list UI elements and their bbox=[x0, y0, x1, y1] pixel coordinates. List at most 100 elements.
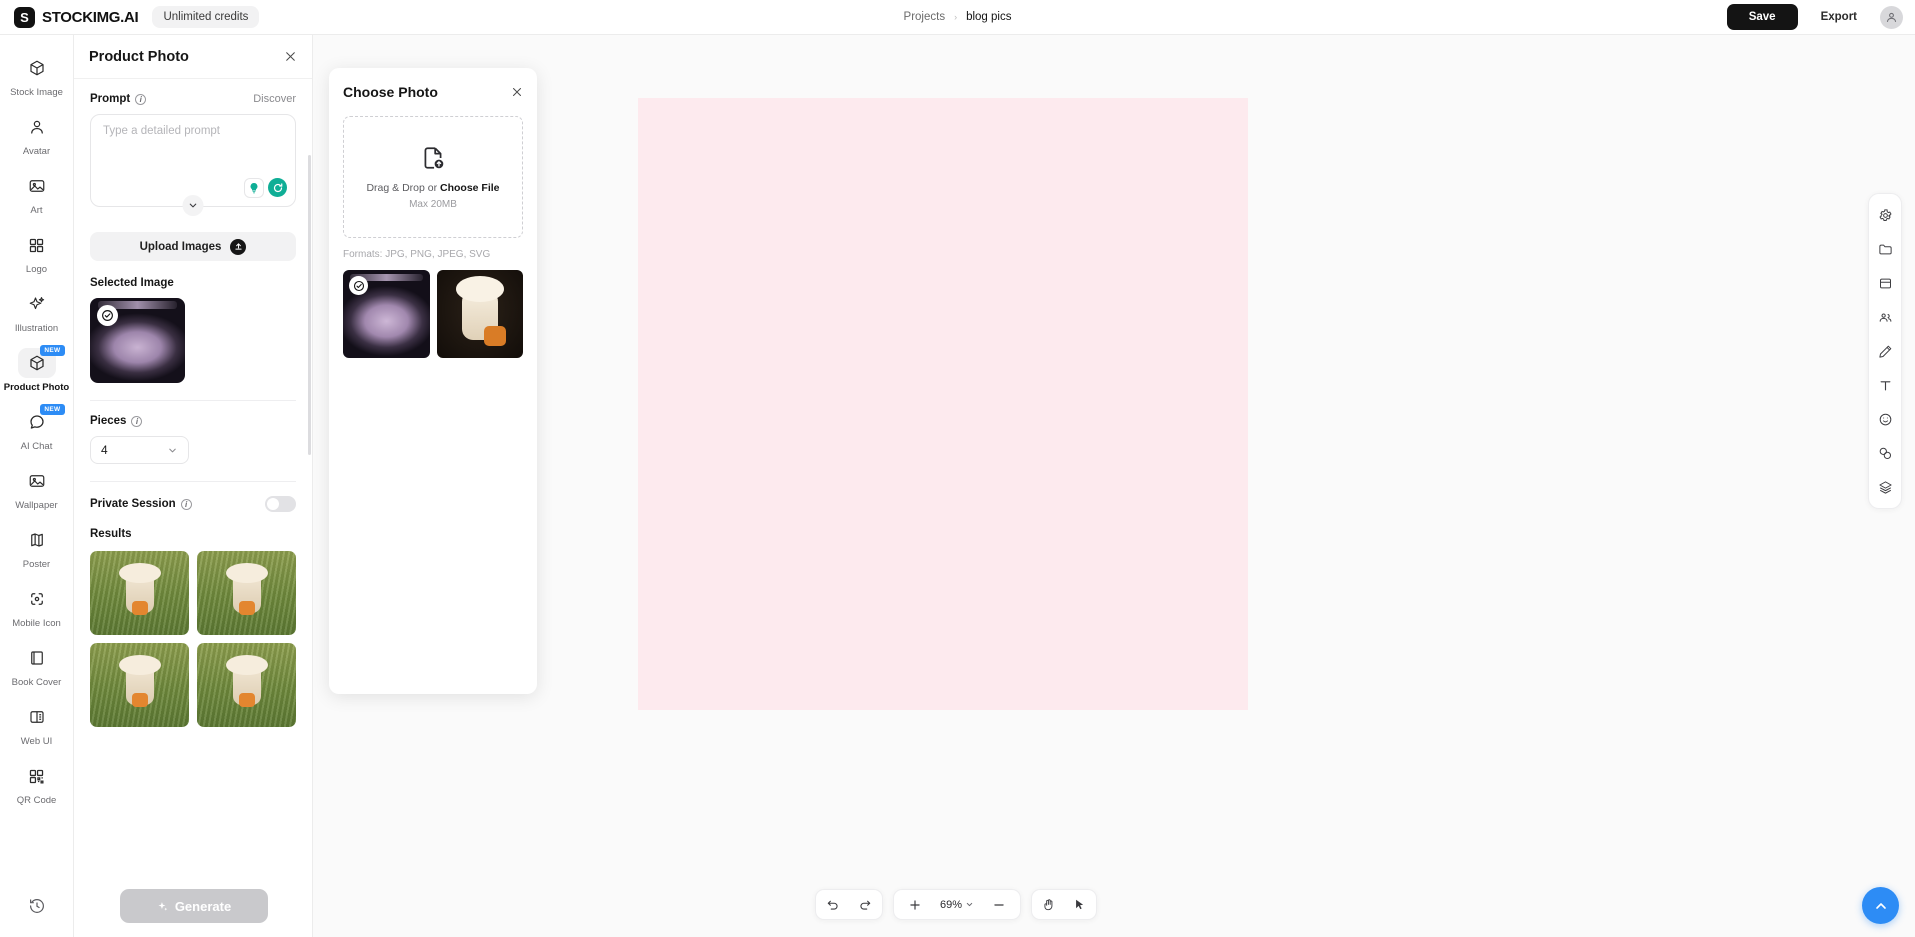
folder-icon[interactable] bbox=[1872, 236, 1898, 262]
credits-badge[interactable]: Unlimited credits bbox=[152, 6, 260, 28]
frame-icon[interactable] bbox=[1872, 270, 1898, 296]
private-session-toggle[interactable] bbox=[265, 496, 296, 512]
result-item[interactable] bbox=[90, 643, 189, 727]
discover-link[interactable]: Discover bbox=[253, 93, 296, 105]
breadcrumb-separator-icon: › bbox=[954, 12, 958, 22]
settings-gear-icon[interactable] bbox=[1872, 202, 1898, 228]
private-session-label-group: Private Session i bbox=[90, 498, 192, 510]
sidebar-label: Web UI bbox=[20, 736, 53, 747]
file-upload-icon bbox=[420, 145, 446, 171]
prompt-header: Prompt i Discover bbox=[90, 93, 296, 105]
redo-icon[interactable] bbox=[854, 894, 876, 916]
result-item[interactable] bbox=[197, 551, 296, 635]
pieces-value: 4 bbox=[101, 443, 108, 457]
prompt-input[interactable]: Type a detailed prompt bbox=[90, 114, 296, 216]
text-icon[interactable] bbox=[1872, 372, 1898, 398]
upload-images-button[interactable]: Upload Images bbox=[90, 232, 296, 261]
sidebar-item-stock-image[interactable]: Stock Image bbox=[0, 49, 73, 100]
shapes-icon[interactable] bbox=[1872, 440, 1898, 466]
brand-mark-icon: S bbox=[14, 6, 35, 28]
chevron-up-icon bbox=[1873, 898, 1889, 914]
pointer-tools-group bbox=[1031, 889, 1098, 920]
artboard[interactable] bbox=[638, 98, 1248, 710]
app-root: S STOCKIMG.AI Unlimited credits Projects… bbox=[0, 0, 1915, 937]
modal-title: Choose Photo bbox=[343, 84, 438, 100]
generate-label: Generate bbox=[174, 898, 232, 914]
save-button[interactable]: Save bbox=[1726, 4, 1798, 30]
sidebar-item-art[interactable]: Art bbox=[0, 167, 73, 218]
brand-logo[interactable]: S STOCKIMG.AI bbox=[14, 6, 139, 28]
result-thumbnail-art bbox=[118, 655, 161, 708]
top-bar-actions: Save Export bbox=[1726, 4, 1903, 30]
badge-new: NEW bbox=[40, 345, 65, 356]
zoom-level-selector[interactable]: 69% bbox=[940, 899, 974, 911]
breadcrumb-current[interactable]: blog pics bbox=[966, 11, 1011, 23]
choose-photo-modal: Choose Photo Drag & Drop or Choose File … bbox=[329, 68, 537, 694]
sidebar-label: Avatar bbox=[22, 146, 51, 157]
undo-icon[interactable] bbox=[822, 894, 844, 916]
photo-thumbnail-controller[interactable] bbox=[343, 270, 430, 358]
dropzone-max-size: Max 20MB bbox=[409, 198, 457, 210]
expand-prompt-chevron-down-icon[interactable] bbox=[182, 195, 204, 216]
sidebar-label: Art bbox=[30, 205, 43, 216]
pieces-select[interactable]: 4 bbox=[90, 436, 189, 464]
avatar[interactable] bbox=[1880, 5, 1903, 29]
breadcrumb-projects[interactable]: Projects bbox=[904, 11, 946, 23]
scroll-up-fab-button[interactable] bbox=[1862, 887, 1899, 924]
map-fold-icon bbox=[18, 525, 56, 555]
close-icon[interactable] bbox=[511, 86, 523, 98]
info-icon[interactable]: i bbox=[135, 93, 147, 105]
zoom-in-plus-icon[interactable] bbox=[904, 894, 926, 916]
hand-tool-icon[interactable] bbox=[1038, 894, 1060, 916]
sidebar-item-poster[interactable]: Poster bbox=[0, 521, 73, 572]
sidebar-item-illustration[interactable]: Illustration bbox=[0, 285, 73, 336]
page-title: Product Photo bbox=[89, 48, 189, 65]
pen-icon[interactable] bbox=[1872, 338, 1898, 364]
sidebar-item-book-cover[interactable]: Book Cover bbox=[0, 639, 73, 690]
generate-button[interactable]: Generate bbox=[119, 889, 268, 923]
zoom-group: 69% bbox=[893, 889, 1022, 920]
sidebar-item-mobile-icon[interactable]: Mobile Icon bbox=[0, 580, 73, 631]
sidebar-item-product-photo[interactable]: NEW Product Photo bbox=[0, 344, 73, 395]
choose-file-link[interactable]: Choose File bbox=[440, 182, 500, 194]
sidebar-item-logo[interactable]: Logo bbox=[0, 226, 73, 277]
box-icon bbox=[18, 53, 56, 83]
dropzone[interactable]: Drag & Drop or Choose File Max 20MB bbox=[343, 116, 523, 238]
refresh-circle-icon[interactable] bbox=[268, 178, 287, 197]
result-thumbnail-art bbox=[118, 563, 161, 616]
result-item[interactable] bbox=[90, 551, 189, 635]
result-item[interactable] bbox=[197, 643, 296, 727]
sidebar-label: Mobile Icon bbox=[12, 618, 61, 629]
layers-icon[interactable] bbox=[1872, 474, 1898, 500]
history-clock-icon[interactable] bbox=[28, 897, 46, 915]
upload-icon bbox=[230, 238, 247, 255]
grid-squares-icon bbox=[18, 230, 56, 260]
people-icon[interactable] bbox=[1872, 304, 1898, 330]
sidebar-label: Product Photo bbox=[3, 382, 70, 393]
pieces-label: Pieces bbox=[90, 415, 127, 427]
sidebar-item-web-ui[interactable]: Web UI bbox=[0, 698, 73, 749]
sidebar-item-avatar[interactable]: Avatar bbox=[0, 108, 73, 159]
close-icon[interactable] bbox=[284, 50, 297, 63]
zoom-out-minus-icon[interactable] bbox=[988, 894, 1010, 916]
lightbulb-icon[interactable] bbox=[244, 178, 264, 198]
sidebar-item-qr-code[interactable]: QR Code bbox=[0, 757, 73, 808]
panel-body: Prompt i Discover Type a detailed prompt bbox=[74, 79, 312, 727]
zoom-level-value: 69% bbox=[940, 898, 963, 911]
sparkle-icon bbox=[18, 289, 56, 319]
right-tool-rail bbox=[1868, 193, 1902, 509]
info-icon[interactable]: i bbox=[180, 498, 192, 510]
photo-thumbnail-doll[interactable] bbox=[436, 270, 523, 358]
selected-image-thumbnail[interactable] bbox=[90, 298, 185, 383]
select-tool-cursor-arrow-icon[interactable] bbox=[1068, 894, 1090, 916]
export-button[interactable]: Export bbox=[1806, 4, 1871, 30]
sidebar-item-ai-chat[interactable]: NEW AI Chat bbox=[0, 403, 73, 454]
sparkle-icon bbox=[156, 900, 169, 913]
smiley-icon[interactable] bbox=[1872, 406, 1898, 432]
image-icon bbox=[18, 171, 56, 201]
private-session-label: Private Session bbox=[90, 498, 176, 510]
canvas-area[interactable] bbox=[313, 35, 1915, 937]
panel-scrollbar[interactable] bbox=[308, 155, 311, 455]
info-icon[interactable]: i bbox=[131, 415, 143, 427]
sidebar-item-wallpaper[interactable]: Wallpaper bbox=[0, 462, 73, 513]
